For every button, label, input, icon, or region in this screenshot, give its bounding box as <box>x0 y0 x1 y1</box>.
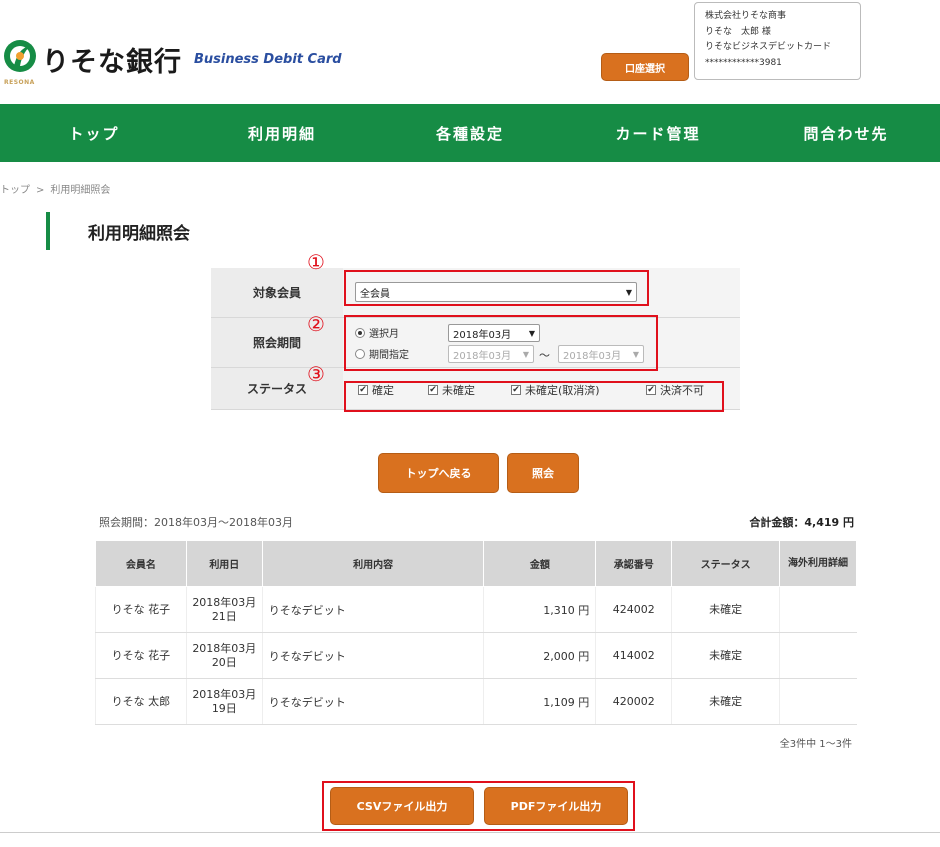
col-member: 会員名 <box>95 540 187 587</box>
cell-date: 2018年03月19日 <box>185 678 263 725</box>
breadcrumb-separator: > <box>36 185 45 196</box>
highlight-box-3 <box>344 381 724 412</box>
cell-approval: 414002 <box>595 632 672 679</box>
user-card-number: ************3981 <box>705 57 782 68</box>
cell-content: りそなデビット <box>261 586 484 633</box>
cell-date: 2018年03月20日 <box>185 632 263 679</box>
nav-contact[interactable]: 問合わせ先 <box>752 104 940 162</box>
breadcrumb-home[interactable]: トップ <box>0 185 30 196</box>
user-card: りそなビジネスデビットカード <box>705 42 832 52</box>
user-info-box: 株式会社りそな商事 りそな 太郎 様 りそなビジネスデビットカード ******… <box>694 2 861 80</box>
cell-detail <box>779 632 857 679</box>
breadcrumb: トップ > 利用明細照会 <box>0 181 110 196</box>
main-nav: トップ 利用明細 各種設定 カード管理 問合わせ先 <box>0 104 940 162</box>
nav-statement[interactable]: 利用明細 <box>188 104 376 162</box>
page-title: 利用明細照会 <box>46 212 190 250</box>
account-select-button[interactable]: 口座選択 <box>601 53 689 81</box>
result-count: 全3件中 1～3件 <box>779 739 852 750</box>
nav-settings[interactable]: 各種設定 <box>376 104 564 162</box>
user-name: りそな 太郎 様 <box>705 26 771 37</box>
total-amount: 合計金額：4,419 円 <box>749 516 854 529</box>
user-company: 株式会社りそな商事 <box>705 11 787 21</box>
col-date: 利用日 <box>185 540 263 587</box>
table-row: りそな 花子 2018年03月21日 りそなデビット 1,310 円 42400… <box>95 586 857 633</box>
cell-amount: 2,000 円 <box>483 632 596 679</box>
highlight-box-1 <box>344 270 649 306</box>
cell-status: 未確定 <box>671 632 780 679</box>
breadcrumb-current: 利用明細照会 <box>50 185 111 196</box>
search-button[interactable]: 照会 <box>507 453 579 493</box>
cell-member: りそな 花子 <box>95 586 187 633</box>
cell-date: 2018年03月21日 <box>185 586 263 633</box>
table-row: りそな 花子 2018年03月20日 りそなデビット 2,000 円 41400… <box>95 632 857 679</box>
cell-detail <box>779 586 857 633</box>
col-status: ステータス <box>671 540 781 587</box>
cell-status: 未確定 <box>671 678 780 725</box>
marker-1: ① <box>307 250 325 274</box>
cell-approval: 424002 <box>595 586 672 633</box>
col-amount: 金額 <box>483 540 597 587</box>
bank-name: りそな銀行 <box>42 47 182 78</box>
header: RESONA りそな銀行 Business Debit Card 口座選択 株式… <box>0 0 940 104</box>
card-product-name: Business Debit Card <box>194 52 342 67</box>
nav-top[interactable]: トップ <box>0 104 188 162</box>
cell-detail <box>779 678 857 725</box>
resona-logo-icon <box>4 40 36 72</box>
nav-card-management[interactable]: カード管理 <box>564 104 752 162</box>
col-content: 利用内容 <box>261 540 485 587</box>
cell-approval: 420002 <box>595 678 672 725</box>
back-to-top-button[interactable]: トップへ戻る <box>378 453 499 493</box>
member-label: 対象会員 <box>211 268 343 317</box>
cell-content: りそなデビット <box>261 632 484 679</box>
col-overseas-detail: 海外利用詳細 <box>779 540 857 587</box>
highlight-box-2 <box>344 315 658 371</box>
cell-status: 未確定 <box>671 586 780 633</box>
cell-member: りそな 花子 <box>95 632 187 679</box>
csv-export-button[interactable]: CSVファイル出力 <box>330 787 474 825</box>
statement-table: 会員名 利用日 利用内容 金額 承認番号 ステータス 海外利用詳細 りそな 花子… <box>95 540 857 725</box>
query-period: 照会期間：2018年03月～2018年03月 <box>99 516 293 529</box>
marker-3: ③ <box>307 362 325 386</box>
cell-amount: 1,109 円 <box>483 678 596 725</box>
cell-content: りそなデビット <box>261 678 484 725</box>
cell-amount: 1,310 円 <box>483 586 596 633</box>
table-row: りそな 太郎 2018年03月19日 りそなデビット 1,109 円 42000… <box>95 678 857 725</box>
col-approval: 承認番号 <box>595 540 673 587</box>
marker-2: ② <box>307 312 325 336</box>
logo-subtext: RESONA <box>4 79 35 86</box>
pdf-export-button[interactable]: PDFファイル出力 <box>484 787 628 825</box>
table-header-row: 会員名 利用日 利用内容 金額 承認番号 ステータス 海外利用詳細 <box>95 540 857 587</box>
cell-member: りそな 太郎 <box>95 678 187 725</box>
footer-divider <box>0 832 940 833</box>
